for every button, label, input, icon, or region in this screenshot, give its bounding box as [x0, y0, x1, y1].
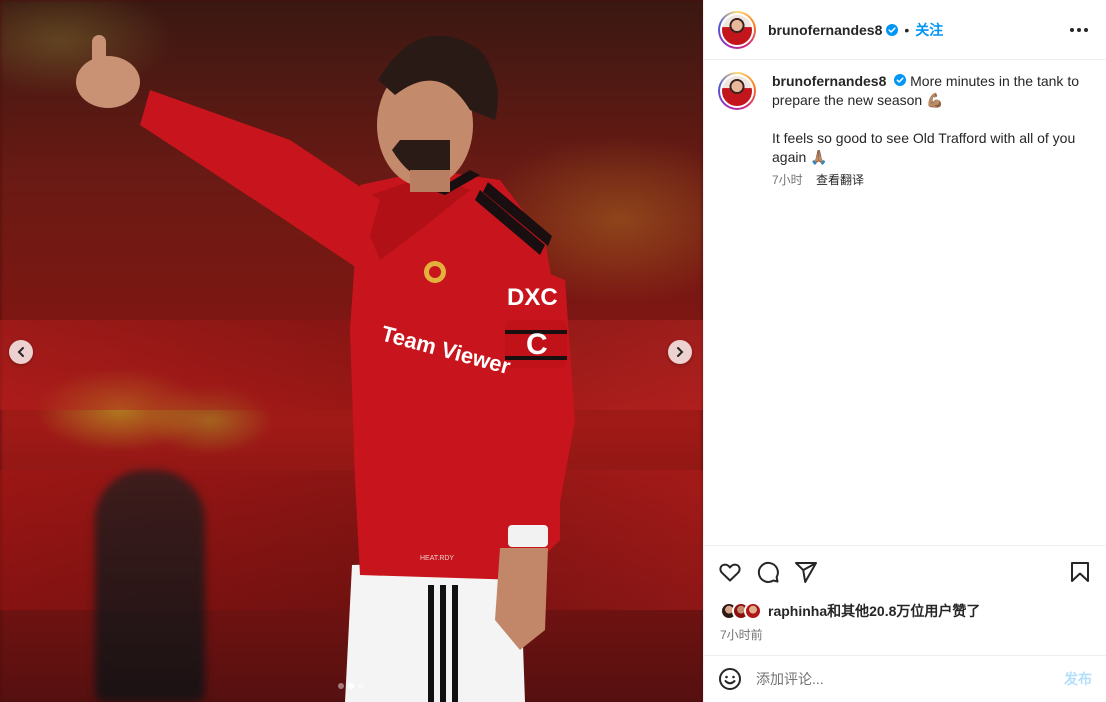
- carousel-dot: [338, 683, 344, 689]
- share-icon: [795, 561, 817, 583]
- previous-slide-button[interactable]: [9, 340, 33, 364]
- liker-avatar: [744, 602, 762, 620]
- like-button[interactable]: [718, 560, 742, 584]
- chevron-right-icon: [677, 347, 684, 357]
- author-username[interactable]: brunofernandes8: [768, 22, 882, 38]
- likes-summary[interactable]: raphinha和其他20.8万位用户赞了: [720, 601, 980, 621]
- emoji-button[interactable]: [718, 667, 742, 691]
- emoji-icon: [719, 668, 741, 690]
- more-icon: [1070, 27, 1074, 32]
- comment-bar: 发布: [704, 655, 1106, 702]
- comment-button[interactable]: [756, 560, 780, 584]
- post-timestamp: 7小时前: [720, 628, 763, 642]
- action-bar: [704, 545, 1106, 597]
- caption-avatar[interactable]: [718, 72, 756, 110]
- share-button[interactable]: [794, 560, 818, 584]
- verified-icon: [894, 74, 907, 86]
- comment-icon: [757, 561, 779, 583]
- post-caption: brunofernandes8 More minutes in the tank…: [704, 60, 1106, 202]
- post-sidebar: brunofernandes8 • 关注 brunofernandes8 Mor…: [703, 0, 1106, 702]
- player-photo: Team Viewer DXC C HEAT.RDY: [76, 35, 575, 702]
- carousel-indicator: [338, 683, 364, 689]
- carousel-dot-active: [348, 683, 354, 689]
- captain-armband-letter: C: [526, 328, 548, 361]
- post-media[interactable]: Team Viewer DXC C HEAT.RDY: [0, 0, 703, 702]
- verified-icon: [886, 23, 899, 36]
- carousel-dot: [358, 683, 364, 689]
- save-button[interactable]: [1068, 560, 1092, 584]
- author-avatar[interactable]: [718, 10, 756, 49]
- next-slide-button[interactable]: [668, 340, 692, 364]
- post-comment-button[interactable]: 发布: [1064, 669, 1092, 689]
- bookmark-icon: [1071, 561, 1089, 582]
- post-header: brunofernandes8 • 关注: [704, 0, 1106, 60]
- caption-time: 7小时: [772, 173, 803, 187]
- likes-text[interactable]: raphinha和其他20.8万位用户赞了: [768, 601, 980, 621]
- comment-input[interactable]: [756, 671, 1064, 687]
- liker-avatars: [720, 602, 762, 620]
- caption-username[interactable]: brunofernandes8: [772, 73, 886, 89]
- caption-line-2: It feels so good to see Old Trafford wit…: [772, 130, 1076, 165]
- heart-icon: [719, 563, 741, 581]
- more-options-button[interactable]: [1066, 24, 1092, 36]
- follow-button[interactable]: 关注: [915, 20, 943, 40]
- kit-label: HEAT.RDY: [420, 555, 454, 562]
- sleeve-sponsor-text: DXC: [507, 284, 558, 311]
- instagram-post: Team Viewer DXC C HEAT.RDY brunofernande…: [0, 0, 1106, 702]
- chevron-left-icon: [17, 347, 24, 357]
- see-translation-link[interactable]: 查看翻译: [816, 173, 864, 187]
